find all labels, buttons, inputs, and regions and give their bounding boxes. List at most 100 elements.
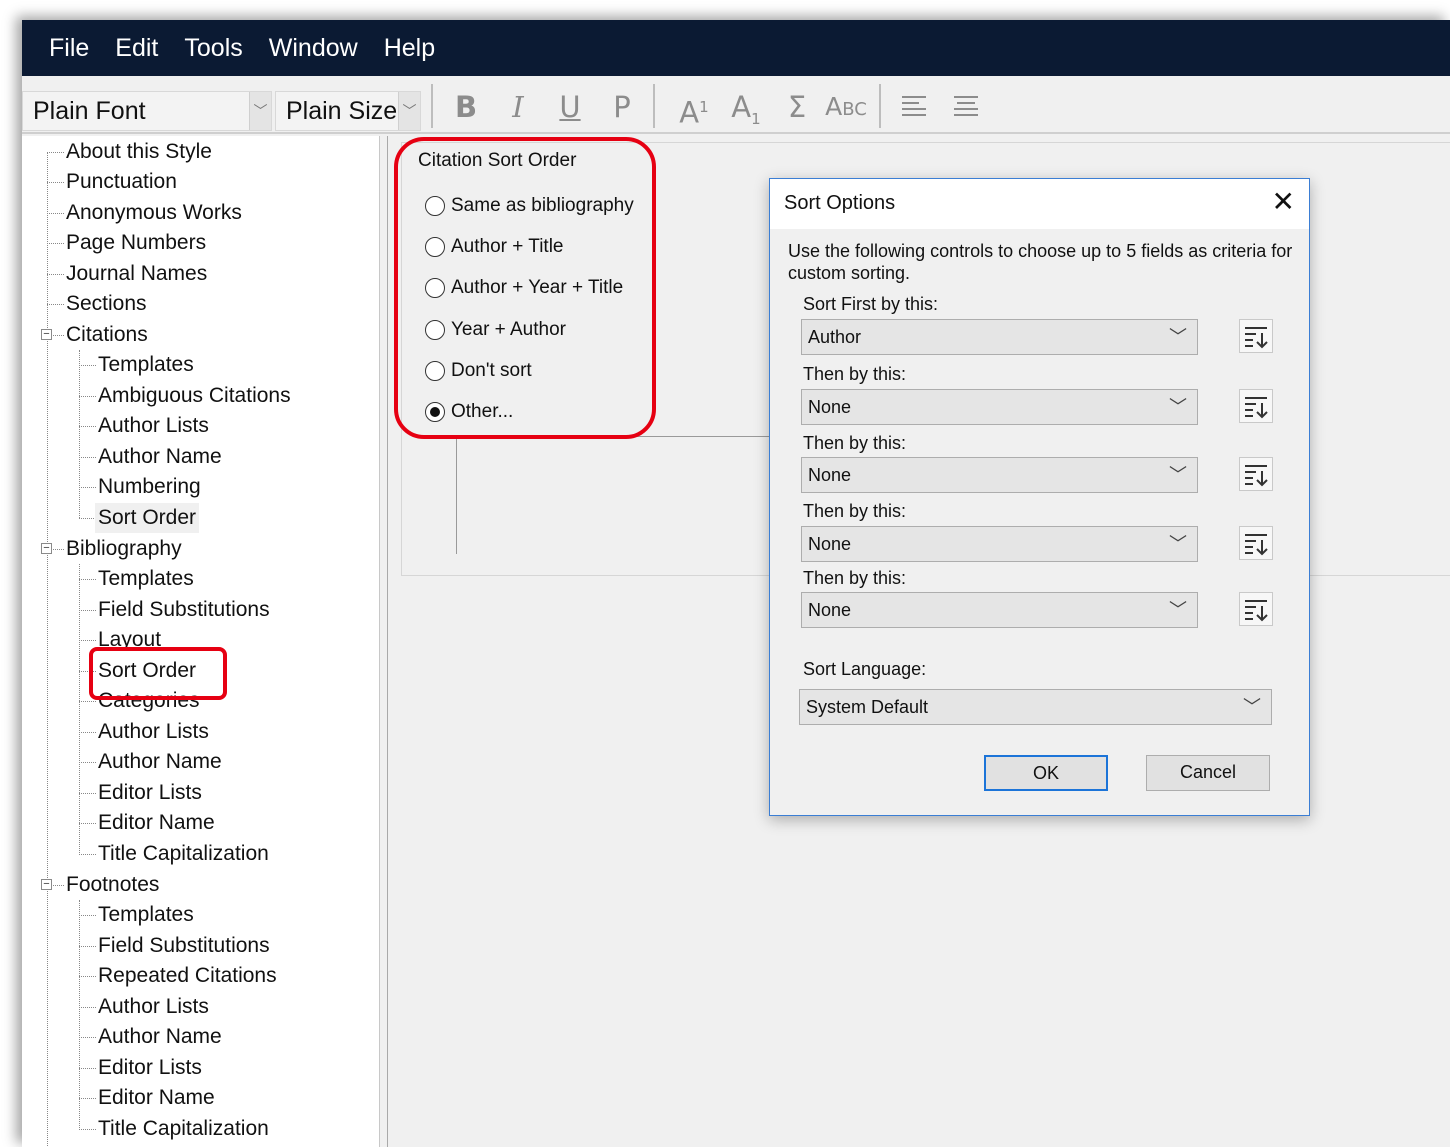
size-combo-value: Plain Size bbox=[286, 97, 398, 125]
menu-tools[interactable]: Tools bbox=[184, 34, 242, 63]
sort-direction-icon[interactable] bbox=[1239, 592, 1273, 626]
tree-connector bbox=[47, 213, 64, 214]
align-left-icon bbox=[902, 96, 926, 116]
tree-item-citation-author-name[interactable]: Author Name bbox=[98, 442, 222, 472]
tree-item-bib-author-name[interactable]: Author Name bbox=[98, 747, 222, 777]
tree-connector bbox=[47, 274, 64, 275]
tree-item-ambiguous-citations[interactable]: Ambiguous Citations bbox=[98, 381, 291, 411]
sort-field-2-select[interactable]: None ﹀ bbox=[801, 389, 1198, 425]
sort-field-4-select[interactable]: None ﹀ bbox=[801, 526, 1198, 562]
bold-button[interactable]: B bbox=[454, 88, 478, 126]
tree-item-fn-templates[interactable]: Templates bbox=[98, 900, 194, 930]
tree-item-bib-field-substitutions[interactable]: Field Substitutions bbox=[98, 595, 270, 625]
tree-connector bbox=[79, 350, 80, 518]
collapse-icon[interactable]: − bbox=[41, 543, 52, 554]
style-tree: About this Style Punctuation Anonymous W… bbox=[22, 136, 380, 1147]
tree-item-bib-templates[interactable]: Templates bbox=[98, 564, 194, 594]
tree-item-fn-author-name[interactable]: Author Name bbox=[98, 1022, 222, 1052]
tree-connector bbox=[47, 304, 64, 305]
menu-window[interactable]: Window bbox=[269, 34, 358, 63]
tree-connector bbox=[79, 1129, 96, 1130]
sort-field-4-value: None bbox=[808, 534, 852, 554]
dialog-titlebar: Sort Options ✕ bbox=[770, 179, 1309, 229]
tree-connector bbox=[79, 610, 96, 611]
tree-item-fn-author-lists[interactable]: Author Lists bbox=[98, 992, 209, 1022]
underline-button[interactable]: U bbox=[558, 88, 582, 126]
tree-item-fn-editor-name[interactable]: Editor Name bbox=[98, 1083, 215, 1113]
ok-button[interactable]: OK bbox=[984, 755, 1108, 791]
symbol-button[interactable]: Σ bbox=[782, 88, 812, 126]
tree-connector bbox=[47, 152, 64, 153]
tree-item-page-numbers[interactable]: Page Numbers bbox=[66, 228, 206, 258]
menu-edit[interactable]: Edit bbox=[115, 34, 158, 63]
collapse-icon[interactable]: − bbox=[41, 879, 52, 890]
sort-language-select[interactable]: System Default ﹀ bbox=[799, 689, 1272, 725]
panel-splitter[interactable] bbox=[380, 136, 388, 1147]
tree-item-bib-title-capitalization[interactable]: Title Capitalization bbox=[98, 839, 269, 869]
sort-direction-icon[interactable] bbox=[1239, 457, 1273, 491]
tree-connector bbox=[79, 564, 80, 855]
collapse-icon[interactable]: − bbox=[41, 329, 52, 340]
sort-field-3-select[interactable]: None ﹀ bbox=[801, 457, 1198, 493]
tree-connector bbox=[79, 762, 96, 763]
sort-language-label: Sort Language: bbox=[803, 659, 927, 679]
tree-item-footnotes[interactable]: Footnotes bbox=[66, 870, 159, 900]
italic-button[interactable]: I bbox=[506, 88, 530, 126]
tree-item-bib-author-lists[interactable]: Author Lists bbox=[98, 717, 209, 747]
tree-item-citation-sort-order[interactable]: Sort Order bbox=[95, 503, 200, 533]
sort-field-5-select[interactable]: None ﹀ bbox=[801, 592, 1198, 628]
tree-connector bbox=[79, 1037, 96, 1038]
tree-connector bbox=[79, 1068, 96, 1069]
sort-direction-icon[interactable] bbox=[1239, 389, 1273, 423]
close-icon[interactable]: ✕ bbox=[1272, 187, 1295, 217]
menu-file[interactable]: File bbox=[49, 34, 89, 63]
tree-connector bbox=[79, 976, 96, 977]
tree-item-about[interactable]: About this Style bbox=[66, 137, 212, 167]
sort-field-4-label: Then by this: bbox=[803, 501, 907, 521]
tree-connector bbox=[79, 365, 96, 366]
tree-item-bib-editor-lists[interactable]: Editor Lists bbox=[98, 778, 202, 808]
superscript-button[interactable]: A1 bbox=[676, 88, 712, 130]
superscript-mark: 1 bbox=[699, 98, 709, 116]
tree-item-bib-editor-name[interactable]: Editor Name bbox=[98, 808, 215, 838]
subscript-mark: 1 bbox=[751, 109, 761, 128]
chevron-down-icon[interactable]: ﹀ bbox=[398, 92, 420, 130]
sort-direction-icon[interactable] bbox=[1239, 526, 1273, 560]
tree-item-sections[interactable]: Sections bbox=[66, 289, 147, 319]
sort-field-1-select[interactable]: Author ﹀ bbox=[801, 319, 1198, 355]
font-combo[interactable]: Plain Font ﹀ bbox=[22, 91, 272, 131]
tree-item-bibliography[interactable]: Bibliography bbox=[66, 534, 182, 564]
plain-button[interactable]: P bbox=[610, 88, 634, 126]
tree-item-citations[interactable]: Citations bbox=[66, 320, 148, 350]
cancel-button[interactable]: Cancel bbox=[1146, 755, 1270, 791]
format-toolbar: Plain Font ﹀ Plain Size ﹀ B I U P A1 A1 … bbox=[22, 76, 1450, 134]
sort-direction-icon[interactable] bbox=[1239, 319, 1273, 353]
sort-field-1-value: Author bbox=[808, 327, 862, 347]
tree-item-fn-field-substitutions[interactable]: Field Substitutions bbox=[98, 931, 270, 961]
dialog-title: Sort Options bbox=[784, 192, 896, 214]
menu-help[interactable]: Help bbox=[384, 34, 435, 63]
tree-item-repeated-citations[interactable]: Repeated Citations bbox=[98, 961, 277, 991]
tree-connector bbox=[79, 946, 96, 947]
tree-item-numbering[interactable]: Numbering bbox=[98, 472, 201, 502]
tree-connector bbox=[79, 426, 96, 427]
tree-item-journal-names[interactable]: Journal Names bbox=[66, 259, 207, 289]
align-center-button[interactable] bbox=[952, 88, 980, 126]
align-left-button[interactable] bbox=[900, 88, 928, 126]
chevron-down-icon: ﹀ bbox=[1169, 397, 1187, 417]
tree-item-fn-title-capitalization[interactable]: Title Capitalization bbox=[98, 1114, 269, 1144]
tree-item-citation-templates[interactable]: Templates bbox=[98, 350, 194, 380]
tree-item-punctuation[interactable]: Punctuation bbox=[66, 167, 177, 197]
align-center-icon bbox=[954, 96, 978, 116]
tree-connector bbox=[79, 823, 96, 824]
toolbar-separator bbox=[653, 84, 655, 128]
tree-item-citation-author-lists[interactable]: Author Lists bbox=[98, 411, 209, 441]
application-window: File Edit Tools Window Help Plain Font ﹀… bbox=[22, 20, 1450, 1147]
subscript-button[interactable]: A1 bbox=[728, 88, 764, 128]
chevron-down-icon[interactable]: ﹀ bbox=[249, 92, 271, 130]
tree-item-fn-editor-lists[interactable]: Editor Lists bbox=[98, 1053, 202, 1083]
tree-connector bbox=[79, 900, 80, 1130]
tree-item-anonymous[interactable]: Anonymous Works bbox=[66, 198, 242, 228]
size-combo[interactable]: Plain Size ﹀ bbox=[275, 91, 421, 131]
smallcaps-button[interactable]: Abc bbox=[822, 88, 870, 126]
